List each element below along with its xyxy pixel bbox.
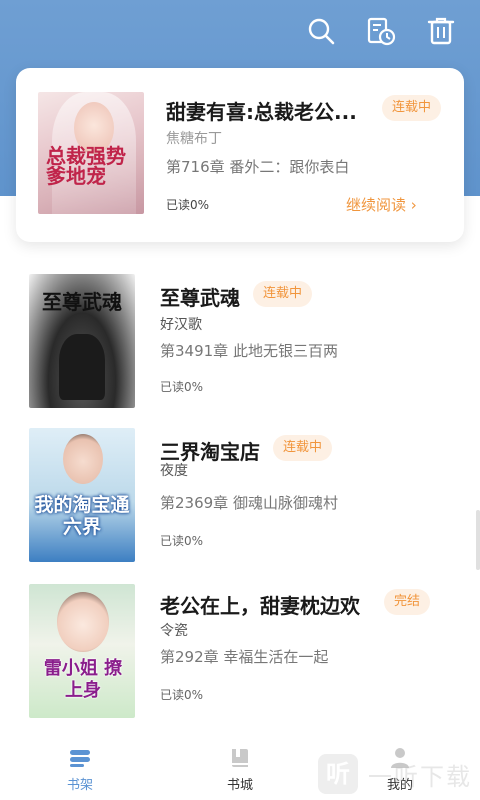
status-badge: 连载中: [382, 95, 442, 121]
cover-figure: [63, 434, 103, 484]
read-progress: 已读0%: [160, 380, 204, 394]
search-icon[interactable]: [304, 14, 338, 48]
status-badge: 完结: [384, 589, 431, 615]
cover-title-text: 雷小姐 撩上身: [43, 658, 123, 701]
status-badge: 连载中: [253, 281, 313, 307]
book-cover[interactable]: 我的淘宝通六界: [29, 428, 135, 562]
book-list-item[interactable]: 至尊武魂 至尊武魂 连载中 好汉歌 第3491章 此地无银三百两 已读0%: [0, 274, 480, 416]
book-cover[interactable]: 雷小姐 撩上身: [29, 584, 135, 718]
bookshelf-icon: [68, 746, 92, 770]
latest-chapter: 第716章 番外二：跟你表白: [166, 158, 350, 176]
book-list-item[interactable]: 我的淘宝通六界 三界淘宝店 连载中 夜度 第2369章 御魂山脉御魂村 已读0%: [0, 428, 480, 570]
continue-reading-link[interactable]: 继续阅读 ›: [346, 194, 417, 215]
watermark-logo: 听: [318, 754, 358, 794]
cover-title-text: 总裁强势爹地宠: [46, 144, 126, 188]
latest-chapter: 第3491章 此地无银三百两: [160, 342, 338, 360]
book-author: 夜度: [160, 463, 188, 479]
watermark: 听 一听下载: [318, 754, 472, 794]
trash-icon[interactable]: [424, 14, 458, 48]
read-progress: 已读0%: [160, 688, 204, 702]
nav-label: 书架: [66, 778, 93, 793]
book-cover[interactable]: 总裁强势爹地宠: [38, 92, 144, 214]
featured-book-card[interactable]: 总裁强势爹地宠 甜妻有喜:总裁老公... 连载中 焦糖布丁 第716章 番外二：…: [16, 68, 464, 242]
top-toolbar: [304, 14, 458, 48]
book-cover[interactable]: 至尊武魂: [29, 274, 135, 408]
read-progress: 已读0%: [166, 198, 210, 212]
cover-figure: [59, 334, 105, 400]
cover-figure: [57, 592, 109, 652]
book-title[interactable]: 至尊武魂: [160, 282, 240, 311]
book-title[interactable]: 老公在上，甜妻枕边欢: [160, 590, 360, 619]
book-icon: [228, 746, 252, 770]
cover-title-text: 至尊武魂: [42, 290, 122, 314]
cover-title-text: 我的淘宝通六界: [34, 494, 130, 538]
book-author: 好汉歌: [160, 317, 202, 333]
book-author: 焦糖布丁: [166, 131, 222, 147]
book-title[interactable]: 甜妻有喜:总裁老公...: [166, 96, 366, 125]
read-progress: 已读0%: [160, 534, 204, 548]
book-author: 令瓷: [160, 623, 188, 639]
latest-chapter: 第292章 幸福生活在一起: [160, 648, 329, 666]
watermark-text: 一听下载: [368, 762, 472, 791]
nav-label: 书城: [226, 778, 253, 793]
latest-chapter: 第2369章 御魂山脉御魂村: [160, 494, 338, 512]
history-icon[interactable]: [364, 14, 398, 48]
nav-item-bookstore[interactable]: 书城: [200, 746, 280, 793]
scroll-indicator[interactable]: [476, 510, 480, 570]
nav-item-bookshelf[interactable]: 书架: [40, 746, 120, 793]
status-badge: 连载中: [273, 435, 333, 461]
book-list-item[interactable]: 雷小姐 撩上身 老公在上，甜妻枕边欢 完结 令瓷 第292章 幸福生活在一起 已…: [0, 584, 480, 726]
